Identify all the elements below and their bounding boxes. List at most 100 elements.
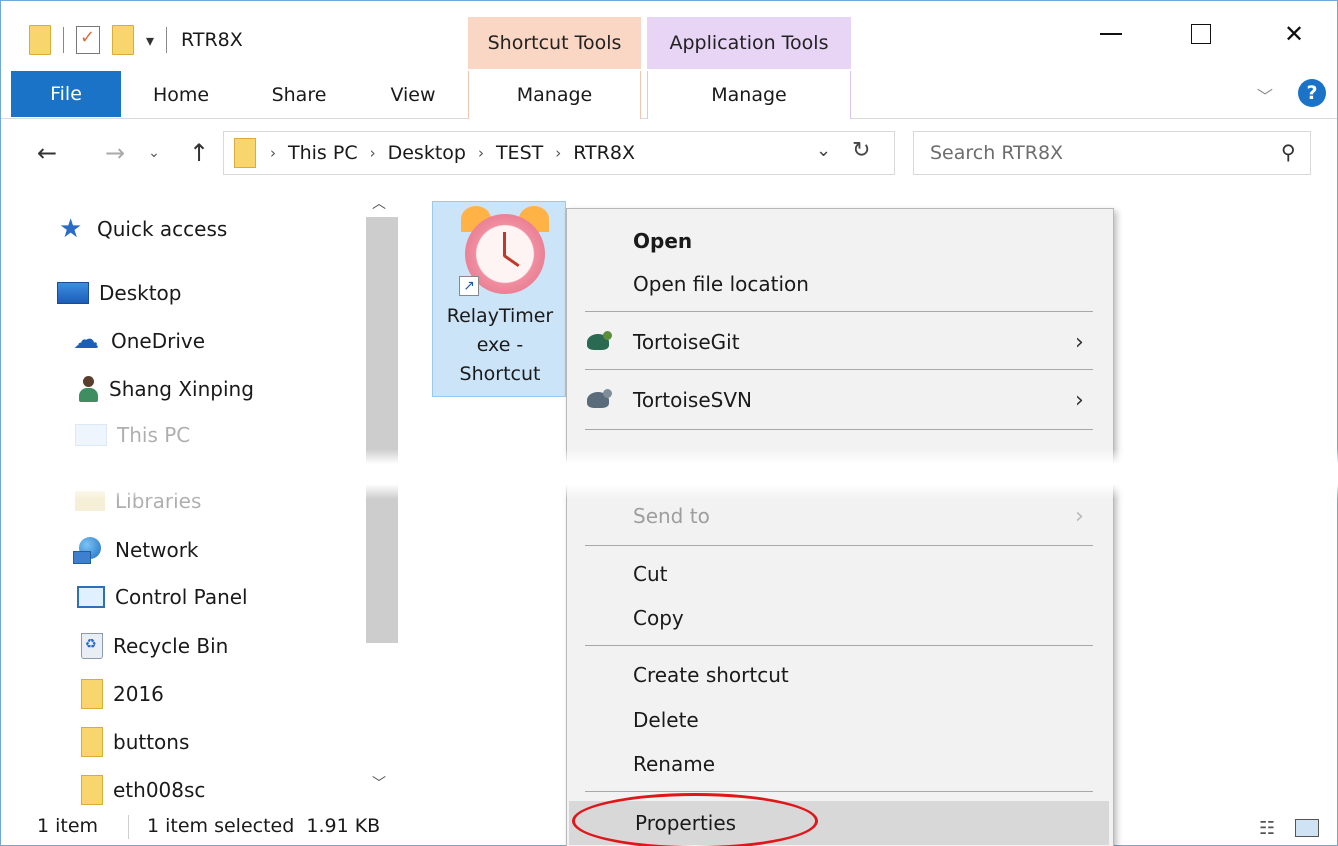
close-button[interactable]: ✕ [1259, 11, 1329, 57]
menu-separator [585, 545, 1093, 546]
menu-item-cut[interactable]: Cut [567, 554, 1113, 594]
breadcrumb-desktop[interactable]: Desktop [388, 142, 466, 164]
shortcut-tools-header: Shortcut Tools [468, 17, 641, 69]
new-folder-icon[interactable] [112, 25, 134, 55]
recent-locations-icon[interactable]: ⌄ [141, 133, 167, 173]
nav-item-folder-buttons[interactable]: buttons [81, 727, 189, 757]
search-placeholder: Search RTR8X [930, 142, 1064, 164]
nav-item-label: buttons [113, 730, 190, 754]
nav-item-control-panel[interactable]: Control Panel [77, 585, 248, 609]
tab-file[interactable]: File [11, 71, 121, 117]
breadcrumb-chevron-icon[interactable]: › [270, 144, 276, 162]
menu-item-copy[interactable]: Copy [567, 598, 1113, 638]
nav-item-user[interactable]: Shang Xinping [77, 375, 254, 403]
breadcrumb-test[interactable]: TEST [496, 142, 543, 164]
customize-toolbar-icon[interactable]: ▾ [146, 31, 154, 50]
details-view-icon[interactable] [1259, 817, 1281, 837]
menu-item-label: Cut [633, 562, 668, 586]
desktop-icon [57, 282, 89, 304]
menu-item-send-to[interactable]: Send to › [567, 496, 1113, 536]
menu-item-tortoisesvn[interactable]: TortoiseSVN › [567, 380, 1113, 420]
menu-item-label: Create shortcut [633, 663, 789, 687]
folder-icon [81, 727, 103, 757]
nav-item-label: OneDrive [111, 329, 206, 353]
title-bar: ▾ RTR8X Shortcut Tools Application Tools… [1, 1, 1337, 69]
back-arrow-icon[interactable]: ← [29, 133, 65, 173]
menu-item-create-shortcut[interactable]: Create shortcut [567, 655, 1113, 695]
recycle-bin-icon [81, 633, 103, 659]
expand-ribbon-icon[interactable]: ﹀ [1257, 83, 1273, 107]
breadcrumb-this-pc[interactable]: This PC [288, 142, 358, 164]
tab-manage-shortcut[interactable]: Manage [468, 71, 641, 119]
submenu-arrow-icon: › [1075, 329, 1084, 355]
nav-item-onedrive[interactable]: ☁ OneDrive [73, 327, 205, 355]
application-tools-header: Application Tools [647, 17, 851, 69]
nav-item-label: eth008sc [113, 778, 206, 802]
nav-item-recycle-bin[interactable]: Recycle Bin [81, 633, 228, 659]
nav-item-quick-access[interactable]: ★ Quick access [59, 215, 227, 243]
breadcrumb-chevron-icon[interactable]: › [370, 144, 376, 162]
menu-separator [585, 429, 1093, 430]
maximize-button[interactable] [1166, 11, 1236, 57]
file-item-relaytimer-shortcut[interactable]: ↗ RelayTimer exe - Shortcut [432, 201, 566, 397]
search-input[interactable]: Search RTR8X ⚲ [913, 131, 1311, 175]
tortoisegit-icon [585, 329, 615, 355]
tab-view[interactable]: View [373, 71, 453, 119]
scroll-down-icon[interactable]: ﹀ [372, 773, 386, 793]
nav-item-label: Quick access [97, 217, 228, 241]
status-selection: 1 item selected 1.91 KB [147, 815, 381, 837]
search-icon[interactable]: ⚲ [1281, 140, 1296, 164]
nav-item-network[interactable]: Network [73, 537, 199, 564]
nav-item-this-pc[interactable]: This PC [75, 423, 190, 447]
nav-item-folder-eth008sc[interactable]: eth008sc [81, 775, 205, 805]
status-item-count: 1 item [37, 815, 99, 837]
toolbar-separator [166, 27, 168, 53]
context-menu: Open Open file location TortoiseGit › To… [566, 208, 1114, 846]
nav-item-folder-2016[interactable]: 2016 [81, 679, 164, 709]
nav-scrollbar-thumb[interactable] [366, 217, 398, 643]
breadcrumb-chevron-icon[interactable]: › [555, 144, 561, 162]
menu-item-label: Rename [633, 752, 716, 776]
menu-item-delete[interactable]: Delete [567, 700, 1113, 740]
computer-icon [75, 424, 107, 446]
address-dropdown-icon[interactable]: ⌄ [816, 140, 831, 161]
tab-share[interactable]: Share [259, 71, 339, 119]
menu-item-label: Copy [633, 606, 684, 630]
maximize-icon [1191, 24, 1211, 44]
breadcrumb-rtr8x[interactable]: RTR8X [573, 142, 635, 164]
refresh-icon[interactable]: ↻ [852, 138, 870, 163]
nav-item-desktop[interactable]: Desktop [57, 281, 181, 305]
forward-arrow-icon[interactable]: → [97, 133, 133, 173]
menu-separator [585, 791, 1093, 792]
tab-manage-application[interactable]: Manage [647, 71, 851, 119]
submenu-arrow-icon: › [1075, 503, 1084, 529]
menu-item-open-file-location[interactable]: Open file location [567, 264, 1113, 304]
minimize-button[interactable] [1076, 11, 1146, 57]
properties-icon[interactable] [76, 26, 100, 54]
window-title: RTR8X [181, 29, 243, 51]
status-bar: 1 item 1 item selected 1.91 KB [1, 807, 1337, 845]
tortoisesvn-icon [585, 387, 615, 413]
nav-item-label: 2016 [113, 682, 164, 706]
menu-item-open[interactable]: Open [567, 221, 1113, 261]
scroll-up-icon[interactable]: ︿ [372, 193, 386, 213]
close-icon: ✕ [1283, 20, 1305, 48]
menu-item-label: TortoiseGit [633, 330, 740, 354]
folder-icon[interactable] [29, 25, 51, 55]
clock-hand [503, 232, 506, 256]
folder-icon [234, 138, 256, 168]
large-icons-view-icon[interactable] [1295, 819, 1319, 837]
menu-separator [585, 645, 1093, 646]
up-arrow-icon[interactable]: ↑ [181, 133, 217, 173]
submenu-arrow-icon: › [1075, 387, 1084, 413]
breadcrumb-chevron-icon[interactable]: › [478, 144, 484, 162]
menu-item-tortoisegit[interactable]: TortoiseGit › [567, 322, 1113, 362]
help-icon[interactable]: ? [1298, 79, 1326, 107]
menu-item-rename[interactable]: Rename [567, 744, 1113, 784]
tab-home[interactable]: Home [141, 71, 221, 119]
navigation-bar: ← → ⌄ ↑ › This PC › Desktop › TEST › RTR… [1, 119, 1337, 187]
quick-access-toolbar: ▾ RTR8X [29, 23, 243, 57]
shortcut-arrow-icon: ↗ [459, 276, 479, 296]
image-gap [1, 449, 1338, 499]
address-bar[interactable]: › This PC › Desktop › TEST › RTR8X ⌄ ↻ [223, 131, 895, 175]
